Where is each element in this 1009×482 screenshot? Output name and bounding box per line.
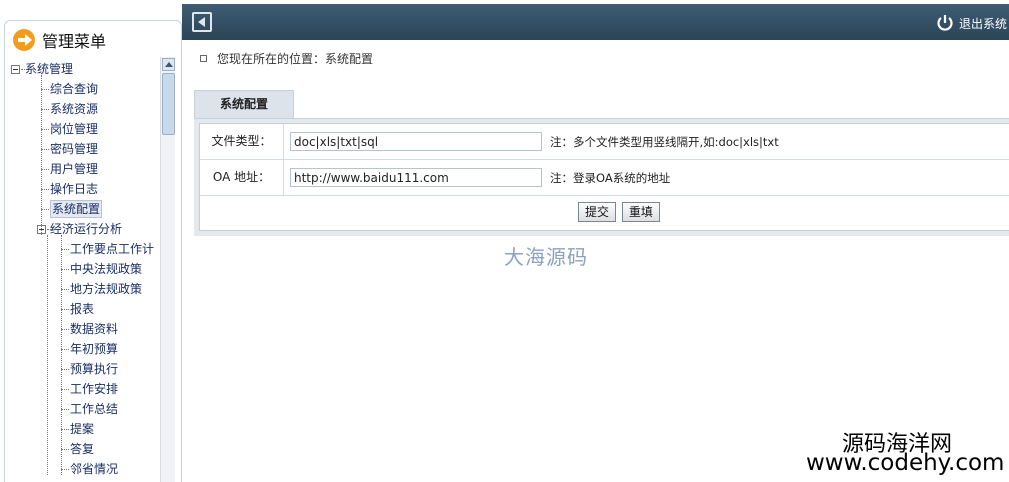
- sidebar-item-4[interactable]: 用户管理: [11, 159, 161, 179]
- sidebar-item-0[interactable]: 综合查询: [11, 79, 161, 99]
- logout-button[interactable]: 退出系统: [936, 14, 1007, 32]
- sidebar-item-5-label: 操作日志: [50, 182, 99, 196]
- menu-title: 管理菜单: [42, 32, 107, 51]
- file-type-label: 文件类型：: [200, 124, 284, 159]
- file-type-note: 注：多个文件类型用竖线隔开,如:doc|xls|txt: [550, 135, 779, 149]
- group-item-2[interactable]: 地方法规政策: [11, 279, 161, 299]
- group-item-10-label: 答复: [70, 442, 95, 456]
- group-item-2-label: 地方法规政策: [70, 282, 143, 296]
- logout-label: 退出系统: [958, 16, 1007, 31]
- tree-connector: [61, 309, 69, 310]
- oa-address-input[interactable]: [290, 168, 542, 187]
- submit-button[interactable]: 提交: [578, 202, 617, 222]
- tree-root-system-label: 系统管理: [25, 62, 74, 76]
- tree-connector: [61, 329, 69, 330]
- tree-connector: [41, 169, 49, 170]
- tree-group[interactable]: 经济运行分析: [11, 219, 161, 239]
- square-bullet-icon: [200, 55, 207, 62]
- collapse-minus-icon[interactable]: [11, 65, 20, 74]
- tab-system-config[interactable]: 系统配置: [194, 90, 294, 119]
- sidebar-item-4-label: 用户管理: [50, 162, 99, 176]
- sidebar-item-2[interactable]: 岗位管理: [11, 119, 161, 139]
- group-item-4-label: 数据资料: [70, 322, 119, 336]
- collapse-left-icon[interactable]: [192, 12, 212, 32]
- tree-connector: [61, 369, 69, 370]
- sidebar-item-6-label: 系统配置: [50, 200, 103, 218]
- tree-connector: [41, 149, 49, 150]
- menu-header: 管理菜单: [5, 21, 181, 59]
- group-item-3-label: 报表: [70, 302, 95, 316]
- tree-connector: [61, 469, 69, 470]
- config-panel: 文件类型： 注：多个文件类型用竖线隔开,如:doc|xls|txt OA 地址：…: [194, 118, 1009, 236]
- group-item-8[interactable]: 工作总结: [11, 399, 161, 419]
- top-bar: 退出系统: [182, 4, 1009, 40]
- file-type-row: 文件类型： 注：多个文件类型用竖线隔开,如:doc|xls|txt: [200, 124, 1009, 160]
- sidebar-item-3[interactable]: 密码管理: [11, 139, 161, 159]
- sidebar-item-6[interactable]: 系统配置: [11, 199, 161, 219]
- group-item-1-label: 中央法规政策: [70, 262, 143, 276]
- tree-connector: [61, 389, 69, 390]
- power-icon: [937, 15, 953, 31]
- tree-connector: [41, 129, 49, 130]
- oa-address-row: OA 地址： 注：登录OA系统的地址: [200, 160, 1009, 196]
- sidebar-item-1[interactable]: 系统资源: [11, 99, 161, 119]
- tree-connector: [41, 209, 49, 210]
- group-item-7[interactable]: 工作安排: [11, 379, 161, 399]
- tree-connector: [61, 449, 69, 450]
- file-type-input[interactable]: [290, 132, 542, 151]
- sidebar-item-3-label: 密码管理: [50, 142, 99, 156]
- scroll-up-button[interactable]: [162, 58, 175, 71]
- group-item-9[interactable]: 提案: [11, 419, 161, 439]
- group-item-0[interactable]: 工作要点工作计: [11, 239, 161, 259]
- tree-connector: [47, 235, 48, 475]
- scroll-thumb[interactable]: [162, 73, 175, 135]
- tree-connector: [61, 289, 69, 290]
- tree-root-system[interactable]: 系统管理: [11, 59, 161, 79]
- group-item-5-label: 年初预算: [70, 342, 119, 356]
- group-item-7-label: 工作安排: [70, 382, 119, 396]
- group-item-6-label: 预算执行: [70, 362, 119, 376]
- sidebar-item-1-label: 系统资源: [50, 102, 99, 116]
- sidebar-item-0-label: 综合查询: [50, 82, 99, 96]
- breadcrumb: 您现在所在的位置：系统配置: [200, 50, 373, 67]
- group-item-1[interactable]: 中央法规政策: [11, 259, 161, 279]
- tree-connector: [41, 89, 49, 90]
- group-item-8-label: 工作总结: [70, 402, 119, 416]
- tree-connector: [61, 269, 69, 270]
- group-item-10[interactable]: 答复: [11, 439, 161, 459]
- group-item-3[interactable]: 报表: [11, 299, 161, 319]
- group-item-0-label: 工作要点工作计: [70, 242, 155, 256]
- tree-connector: [61, 249, 69, 250]
- tree-connector: [61, 235, 62, 475]
- group-item-11[interactable]: 邻省情况: [11, 459, 161, 479]
- sidebar-item-2-label: 岗位管理: [50, 122, 99, 136]
- breadcrumb-text: 您现在所在的位置：系统配置: [217, 52, 374, 66]
- arrow-right-circle-icon: [13, 29, 35, 51]
- group-item-6[interactable]: 预算执行: [11, 359, 161, 379]
- watermark-center: 大海源码: [504, 245, 588, 269]
- tree-connector: [41, 75, 42, 235]
- tree-connector: [41, 109, 49, 110]
- tree-connector: [61, 349, 69, 350]
- tree-connector: [41, 189, 49, 190]
- group-item-9-label: 提案: [70, 422, 95, 436]
- tree-connector: [61, 429, 69, 430]
- group-item-11-label: 邻省情况: [70, 462, 119, 476]
- reset-button[interactable]: 重填: [621, 202, 660, 222]
- sidebar-scrollbar[interactable]: [160, 57, 175, 482]
- group-item-5[interactable]: 年初预算: [11, 339, 161, 359]
- sidebar-item-5[interactable]: 操作日志: [11, 179, 161, 199]
- group-item-4[interactable]: 数据资料: [11, 319, 161, 339]
- watermark-bottom-line2: www.codehy.com: [806, 450, 1005, 476]
- oa-address-label: OA 地址：: [200, 160, 284, 195]
- tree-connector: [61, 409, 69, 410]
- sidebar: 管理菜单 系统管理综合查询系统资源岗位管理密码管理用户管理操作日志系统配置 经济运…: [4, 20, 182, 482]
- oa-address-note: 注：登录OA系统的地址: [550, 171, 671, 185]
- config-form: 文件类型： 注：多个文件类型用竖线隔开,如:doc|xls|txt OA 地址：…: [199, 123, 1009, 231]
